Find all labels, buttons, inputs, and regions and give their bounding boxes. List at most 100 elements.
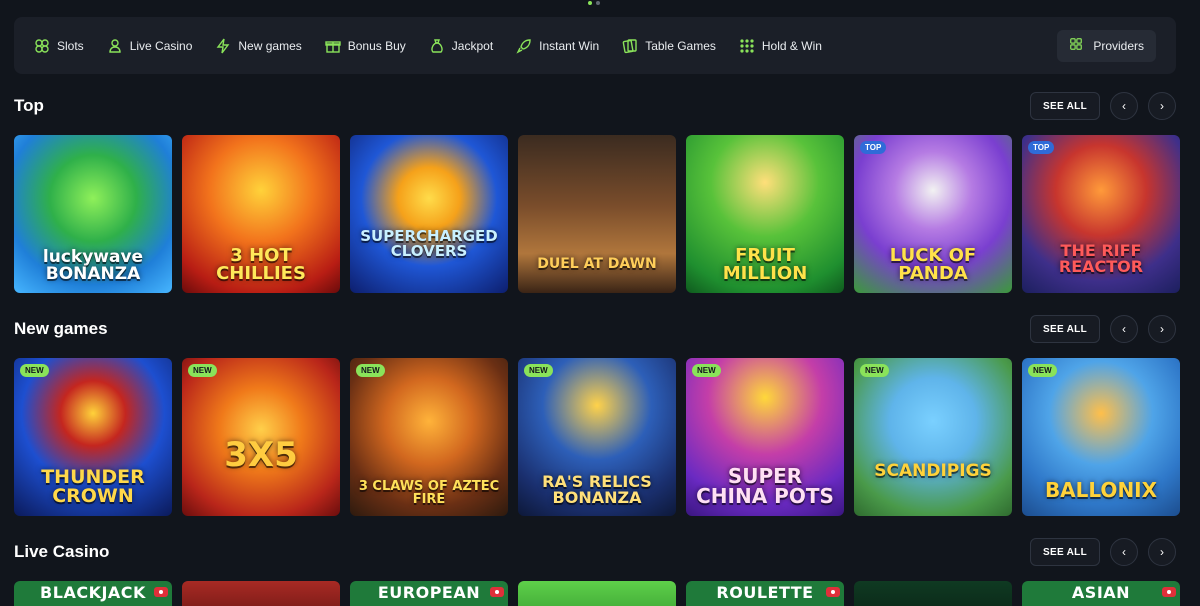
live-game-card[interactable]: ROULETTE xyxy=(686,581,844,606)
new-badge: NEW xyxy=(860,364,889,377)
game-row-top: luckywave BONANZA 3 HOT CHILLIES SUPERCH… xyxy=(14,135,1180,293)
game-title: SUPER CHINA POTS xyxy=(696,464,834,508)
live-game-card[interactable] xyxy=(182,581,340,606)
live-game-card[interactable]: ASIAN xyxy=(1022,581,1180,606)
new-badge: NEW xyxy=(188,364,217,377)
section-header-new-games: New games SEE ALL ‹ › xyxy=(14,314,1176,344)
category-label: Jackpot xyxy=(451,38,494,53)
category-label: Instant Win xyxy=(539,38,600,53)
game-card[interactable]: DUEL AT DAWN xyxy=(518,135,676,293)
carousel-dot[interactable] xyxy=(588,1,592,5)
rocket-icon xyxy=(516,38,532,54)
live-game-card[interactable] xyxy=(518,581,676,606)
new-badge: NEW xyxy=(692,364,721,377)
new-badge: NEW xyxy=(1028,364,1057,377)
section-title: Top xyxy=(14,96,44,115)
category-hold-and-win[interactable]: Hold & Win xyxy=(739,38,822,54)
see-all-button[interactable]: SEE ALL xyxy=(1030,92,1100,120)
chevron-right-icon[interactable]: › xyxy=(1148,92,1176,120)
category-new-games[interactable]: New games xyxy=(215,38,302,54)
providers-button[interactable]: Providers xyxy=(1057,29,1156,62)
game-title: THUNDER CROWN xyxy=(41,466,145,507)
game-title: 3X5 xyxy=(224,435,298,475)
new-badge: NEW xyxy=(524,364,553,377)
carousel-dots[interactable] xyxy=(588,1,600,5)
live-game-card[interactable] xyxy=(854,581,1012,606)
game-title: 3 HOT CHILLIES xyxy=(216,245,306,284)
game-title: FRUIT MILLION xyxy=(722,245,808,284)
category-label: Slots xyxy=(57,38,84,53)
category-label: Live Casino xyxy=(129,38,193,53)
top-badge: TOP xyxy=(860,141,887,154)
category-slots[interactable]: Slots xyxy=(34,38,84,54)
new-badge: NEW xyxy=(356,364,385,377)
category-bonus-buy[interactable]: Bonus Buy xyxy=(325,38,406,54)
chevron-right-icon[interactable]: › xyxy=(1148,315,1176,343)
game-title: LUCK OF PANDA xyxy=(889,245,977,284)
game-title: BALLONIX xyxy=(1044,478,1158,502)
game-card[interactable]: TOP LUCK OF PANDA xyxy=(854,135,1012,293)
game-card[interactable]: NEW SCANDIPIGS xyxy=(854,358,1012,516)
game-title: 3 CLAWS OF AZTEC FIRE xyxy=(358,479,500,507)
gift-icon xyxy=(325,38,341,54)
game-card[interactable]: NEW THUNDER CROWN xyxy=(14,358,172,516)
game-card[interactable]: NEW BALLONIX xyxy=(1022,358,1180,516)
game-title: luckywave BONANZA xyxy=(42,247,144,284)
game-title: SUPERCHARGED CLOVERS xyxy=(360,227,498,260)
see-all-button[interactable]: SEE ALL xyxy=(1030,538,1100,566)
top-badge: TOP xyxy=(1028,141,1055,154)
live-game-title: EUROPEAN xyxy=(377,583,481,602)
live-indicator-icon xyxy=(154,587,168,597)
game-title: SCANDIPIGS xyxy=(874,461,992,481)
category-live-casino[interactable]: Live Casino xyxy=(107,38,193,54)
clover-icon xyxy=(34,38,50,54)
game-card[interactable]: NEW 3X5 xyxy=(182,358,340,516)
providers-label: Providers xyxy=(1093,38,1144,53)
game-card[interactable]: luckywave BONANZA xyxy=(14,135,172,293)
section-header-live-casino: Live Casino SEE ALL ‹ › xyxy=(14,537,1176,567)
category-label: Table Games xyxy=(645,38,716,53)
lightning-icon xyxy=(215,38,231,54)
live-game-title: BLACKJACK xyxy=(40,583,146,602)
live-indicator-icon xyxy=(826,587,840,597)
section-header-top: Top SEE ALL ‹ › xyxy=(14,91,1176,121)
grid-dots-icon xyxy=(739,38,755,54)
live-indicator-icon xyxy=(1162,587,1176,597)
chevron-left-icon[interactable]: ‹ xyxy=(1110,92,1138,120)
game-card[interactable]: FRUIT MILLION xyxy=(686,135,844,293)
carousel-dot[interactable] xyxy=(596,1,600,5)
live-game-title: ASIAN xyxy=(1071,583,1131,602)
game-row-live-casino: BLACKJACK EUROPEAN ROULETTE ASIAN xyxy=(14,581,1180,606)
game-title: RA'S RELICS BONANZA xyxy=(542,472,652,507)
chevron-right-icon[interactable]: › xyxy=(1148,538,1176,566)
new-badge: NEW xyxy=(20,364,49,377)
live-game-card[interactable]: EUROPEAN xyxy=(350,581,508,606)
chevron-left-icon[interactable]: ‹ xyxy=(1110,315,1138,343)
category-instant-win[interactable]: Instant Win xyxy=(516,38,599,54)
category-label: New games xyxy=(238,38,302,53)
game-card[interactable]: TOP THE RIFF REACTOR xyxy=(1022,135,1180,293)
chevron-left-icon[interactable]: ‹ xyxy=(1110,538,1138,566)
category-table-games[interactable]: Table Games xyxy=(622,38,716,54)
game-card[interactable]: NEW SUPER CHINA POTS xyxy=(686,358,844,516)
game-title: DUEL AT DAWN xyxy=(537,256,657,272)
casino-lobby: Slots Live Casino New games Bonus Buy Ja… xyxy=(0,0,1200,606)
cards-icon xyxy=(622,38,638,54)
game-row-new-games: NEW THUNDER CROWN NEW 3X5 NEW 3 CLAWS OF… xyxy=(14,358,1180,516)
live-indicator-icon xyxy=(490,587,504,597)
category-jackpot[interactable]: Jackpot xyxy=(429,38,493,54)
game-title: THE RIFF REACTOR xyxy=(1058,241,1144,276)
game-card[interactable]: 3 HOT CHILLIES xyxy=(182,135,340,293)
see-all-button[interactable]: SEE ALL xyxy=(1030,315,1100,343)
category-label: Bonus Buy xyxy=(347,38,406,53)
game-card[interactable]: SUPERCHARGED CLOVERS xyxy=(350,135,508,293)
section-title: Live Casino xyxy=(14,542,110,561)
category-label: Hold & Win xyxy=(761,38,822,53)
grid-icon xyxy=(1069,37,1083,54)
money-bag-icon xyxy=(429,38,445,54)
live-game-title: ROULETTE xyxy=(716,583,814,602)
live-game-card[interactable]: BLACKJACK xyxy=(14,581,172,606)
game-card[interactable]: NEW RA'S RELICS BONANZA xyxy=(518,358,676,516)
game-card[interactable]: NEW 3 CLAWS OF AZTEC FIRE xyxy=(350,358,508,516)
category-bar: Slots Live Casino New games Bonus Buy Ja… xyxy=(14,17,1176,74)
